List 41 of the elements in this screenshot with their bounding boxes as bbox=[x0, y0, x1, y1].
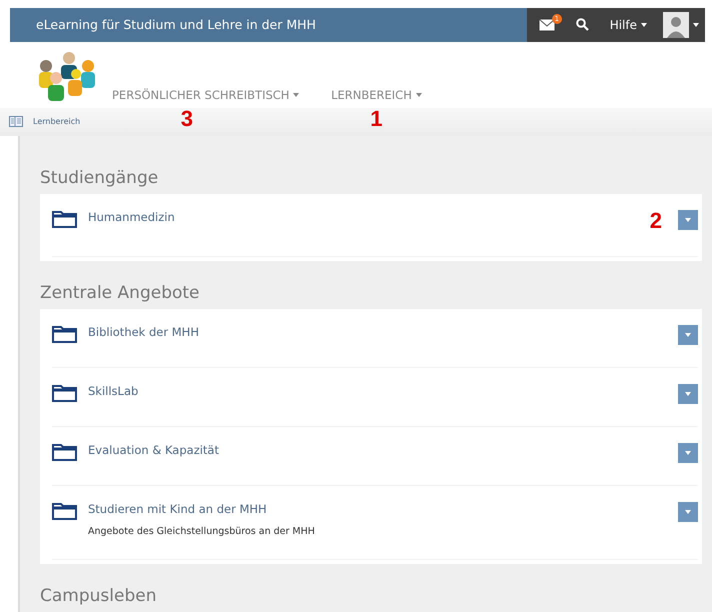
category-link[interactable]: Evaluation & Kapazität bbox=[88, 443, 678, 457]
help-menu[interactable]: Hilfe bbox=[598, 8, 659, 42]
sidebar-icon[interactable] bbox=[9, 116, 23, 128]
caret-icon bbox=[293, 93, 300, 98]
section-heading: Campusleben bbox=[40, 585, 158, 608]
caret-icon bbox=[416, 93, 422, 98]
search-icon bbox=[576, 18, 589, 32]
folder-icon bbox=[52, 210, 78, 228]
callout-number: 3 bbox=[180, 106, 193, 132]
site-title[interactable]: eLearning für Studium und Lehre in der MHH bbox=[10, 17, 316, 32]
caret-icon bbox=[685, 333, 691, 337]
actions-dropdown-button[interactable] bbox=[678, 502, 698, 522]
folder-icon bbox=[52, 502, 78, 520]
section-heading: Studiengänge bbox=[40, 167, 160, 190]
section-heading: Zentrale Angebote bbox=[40, 282, 201, 305]
folder-icon bbox=[52, 325, 78, 343]
caret-icon bbox=[685, 392, 691, 396]
callout-number: 1 bbox=[370, 106, 382, 132]
caret-icon bbox=[685, 510, 691, 514]
nav-menu[interactable]: PERSÖNLICHER SCHREIBTISCH bbox=[112, 88, 300, 102]
category-description: Angebote des Gleichstellungsbüros an der MHH bbox=[88, 526, 316, 537]
callout-number: 2 bbox=[650, 208, 662, 234]
folder-icon bbox=[52, 443, 78, 461]
avatar-icon bbox=[663, 12, 689, 38]
category-link[interactable]: Humanmedizin bbox=[88, 210, 650, 224]
envelope-icon bbox=[538, 18, 555, 31]
category-link[interactable]: Bibliothek der MHH bbox=[88, 325, 678, 339]
actions-dropdown-button[interactable] bbox=[678, 443, 698, 463]
category-link[interactable]: Studieren mit Kind an der MHH bbox=[88, 502, 678, 516]
breadcrumb-link[interactable]: Lernbereich bbox=[33, 117, 80, 126]
actions-dropdown-button[interactable] bbox=[678, 210, 698, 230]
caret-icon bbox=[641, 22, 647, 27]
actions-dropdown-button[interactable] bbox=[678, 325, 698, 345]
folder-icon bbox=[52, 384, 78, 402]
caret-icon bbox=[685, 451, 691, 455]
caret-icon bbox=[685, 218, 691, 222]
actions-dropdown-button[interactable] bbox=[678, 384, 698, 404]
category-link[interactable]: SkillsLab bbox=[88, 384, 678, 398]
nav-menu[interactable]: LERNBEREICH bbox=[331, 88, 422, 102]
people-logo-drawing bbox=[36, 52, 98, 104]
caret-icon bbox=[693, 22, 699, 27]
